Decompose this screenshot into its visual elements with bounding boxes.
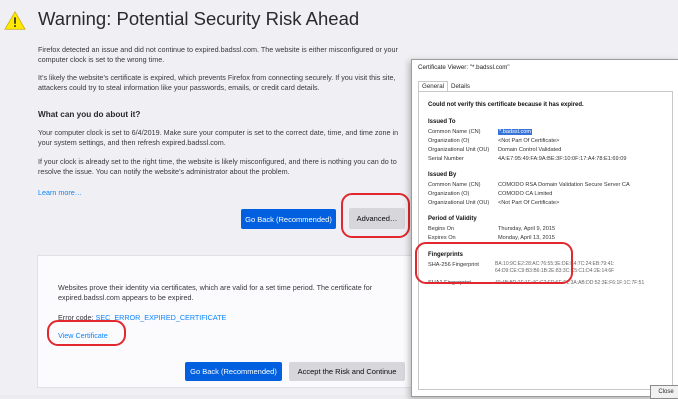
intro-text: Firefox detected an issue and did not co… bbox=[38, 45, 398, 64]
field-label: Common Name (CN) bbox=[428, 129, 481, 135]
advanced-explain-text: Websites prove their identity via certif… bbox=[58, 283, 373, 302]
field-value: *.badssl.com bbox=[498, 129, 533, 135]
dialog-tabs: General Details bbox=[418, 81, 473, 91]
field-label: Expires On bbox=[428, 235, 456, 241]
annotation-circle-advanced bbox=[341, 193, 410, 238]
field-label: Begins On bbox=[428, 226, 455, 232]
what-can-you-do-heading: What can you do about it? bbox=[38, 110, 141, 119]
explain-text: It’s likely the website’s certificate is… bbox=[38, 73, 396, 92]
go-back-button[interactable]: Go Back (Recommended) bbox=[241, 209, 336, 229]
field-label: Organization (O) bbox=[428, 138, 470, 144]
clock-text: Your computer clock is set to 6/4/2019. … bbox=[38, 128, 399, 147]
field-value: <Not Part Of Certificate> bbox=[498, 200, 560, 206]
common-name-value: *.badssl.com bbox=[498, 129, 533, 135]
annotation-circle-view-certificate bbox=[47, 320, 126, 346]
expires-on-value: Monday, April 13, 2015 bbox=[498, 235, 555, 241]
page-title: Warning: Potential Security Risk Ahead bbox=[38, 8, 360, 29]
field-value: COMODO CA Limited bbox=[498, 191, 553, 197]
annotation-circle-validity bbox=[415, 242, 573, 284]
go-back-button-secondary[interactable]: Go Back (Recommended) bbox=[185, 362, 282, 381]
tab-details[interactable]: Details bbox=[448, 82, 473, 91]
dialog-title: Certificate Viewer: "*.badssl.com" bbox=[418, 64, 510, 71]
close-button[interactable]: Close bbox=[650, 385, 678, 399]
accept-risk-button[interactable]: Accept the Risk and Continue bbox=[289, 362, 405, 381]
validity-heading: Period of Validity bbox=[428, 216, 477, 222]
issued-by-heading: Issued By bbox=[428, 172, 457, 178]
certificate-viewer-dialog: Certificate Viewer: "*.badssl.com" Gener… bbox=[411, 59, 678, 399]
warning-icon bbox=[4, 11, 26, 30]
field-label: Serial Number bbox=[428, 156, 464, 162]
field-value: <Not Part Of Certificate> bbox=[498, 138, 560, 144]
dialog-body: Could not verify this certificate becaus… bbox=[418, 91, 673, 390]
field-label: Common Name (CN) bbox=[428, 182, 481, 188]
field-value: Domain Control Validated bbox=[498, 147, 562, 153]
verify-error-text: Could not verify this certificate becaus… bbox=[428, 102, 584, 108]
tab-general[interactable]: General bbox=[418, 81, 449, 91]
field-label: Organizational Unit (OU) bbox=[428, 200, 490, 206]
issued-to-heading: Issued To bbox=[428, 119, 456, 125]
field-label: Organizational Unit (OU) bbox=[428, 147, 490, 153]
advanced-panel: Websites prove their identity via certif… bbox=[37, 255, 413, 388]
begins-on-value: Thursday, April 9, 2015 bbox=[498, 226, 556, 232]
field-value: COMODO RSA Domain Validation Secure Serv… bbox=[498, 182, 630, 188]
misconfigured-text: If your clock is already set to the righ… bbox=[38, 157, 397, 176]
field-value: 4A:E7:95:49:FA:9A:BE:3F:10:0F:17:A4:78:E… bbox=[498, 156, 627, 162]
field-label: Organization (O) bbox=[428, 191, 470, 197]
learn-more-link[interactable]: Learn more… bbox=[38, 188, 82, 197]
